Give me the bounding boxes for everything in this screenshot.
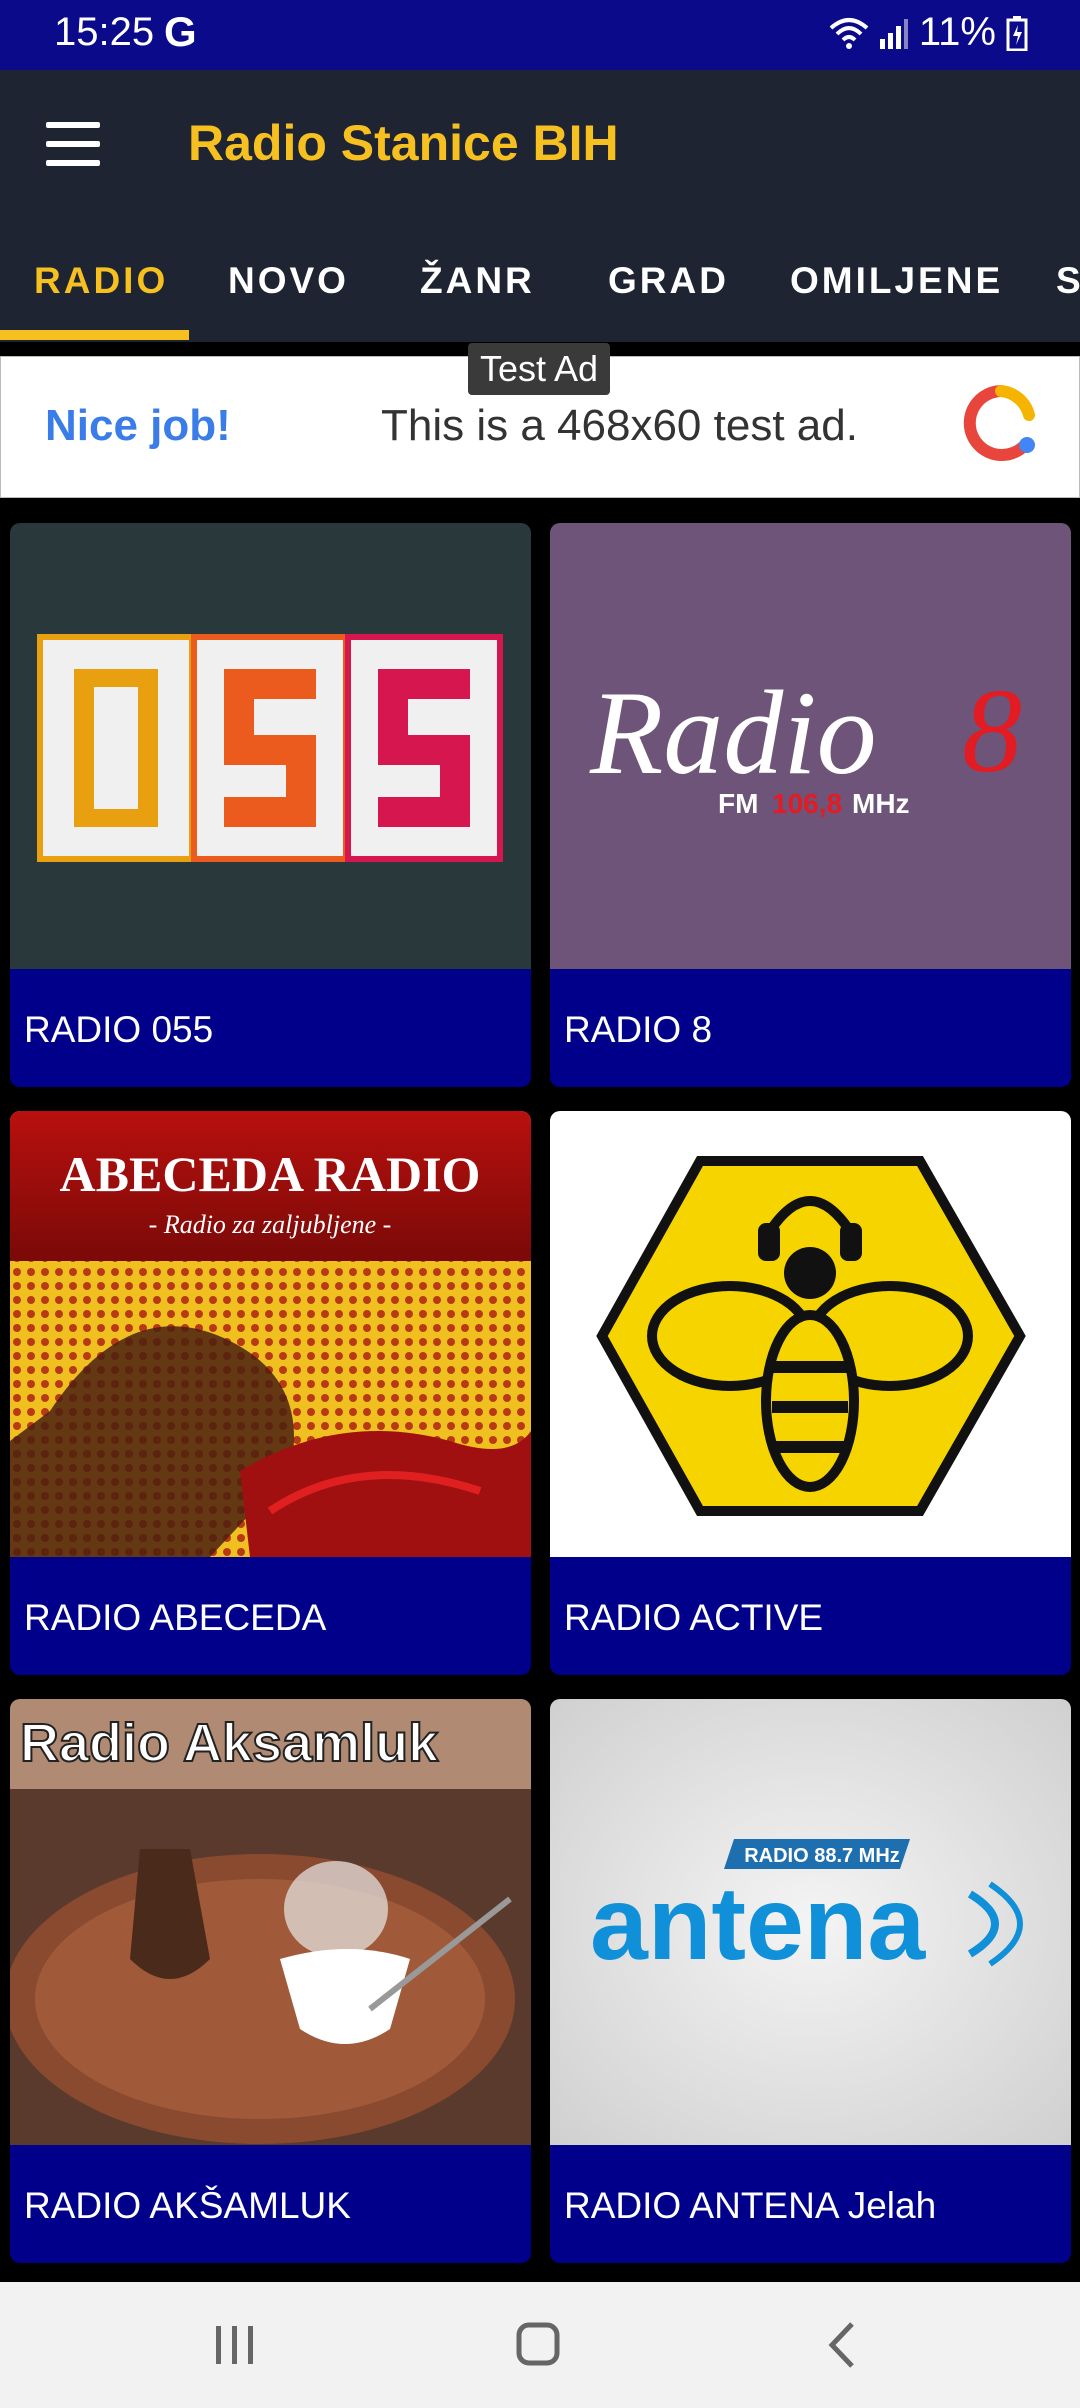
station-card-radio-055[interactable]: RADIO 055 bbox=[10, 523, 531, 1087]
station-art-active bbox=[550, 1111, 1071, 1557]
art-tag: RADIO 88.7 MHz bbox=[744, 1845, 900, 1867]
status-bar: 15:25 G 11% bbox=[0, 0, 1080, 70]
station-card-radio-abeceda[interactable]: ABECEDA RADIO - Radio za zaljubljene - R… bbox=[10, 1111, 531, 1675]
art-num: 8 bbox=[962, 664, 1022, 797]
station-card-radio-8[interactable]: Radio 8 FM 106,8 MHz RADIO 8 bbox=[550, 523, 1071, 1087]
wifi-icon bbox=[829, 17, 869, 49]
tab-radio[interactable]: RADIO bbox=[34, 260, 168, 302]
art-title: Radio Aksamluk bbox=[20, 1713, 439, 1773]
tab-grad[interactable]: GRAD bbox=[608, 260, 729, 302]
station-card-radio-aksamluk[interactable]: Radio Aksamluk RADIO AKŠAMLUK bbox=[10, 1699, 531, 2263]
art-title: antena bbox=[590, 1866, 926, 1982]
art-sub: - Radio za zaljubljene - bbox=[149, 1210, 392, 1239]
station-name: RADIO 8 bbox=[564, 1009, 713, 1050]
station-name: RADIO ANTENA Jelah bbox=[564, 2185, 937, 2226]
tab-zanr[interactable]: ŽANR bbox=[420, 260, 535, 302]
system-nav-bar bbox=[0, 2282, 1080, 2408]
art-mhz: MHz bbox=[852, 788, 910, 819]
art-title: ABECEDA RADIO bbox=[60, 1146, 481, 1202]
station-name: RADIO 055 bbox=[24, 1009, 214, 1050]
station-name: RADIO AKŠAMLUK bbox=[24, 2185, 351, 2226]
battery-icon bbox=[1006, 15, 1028, 51]
tab-s[interactable]: S bbox=[1056, 260, 1080, 302]
app-title: Radio Stanice BIH bbox=[188, 115, 619, 171]
menu-icon[interactable] bbox=[46, 122, 100, 166]
back-icon[interactable] bbox=[822, 2320, 862, 2370]
ad-nice-text: Nice job! bbox=[45, 401, 231, 450]
tab-indicator bbox=[0, 330, 189, 340]
station-card-radio-antena[interactable]: RADIO 88.7 MHz antena RADIO ANTENA Jelah bbox=[550, 1699, 1071, 2263]
tab-bar: RADIO NOVO ŽANR GRAD OMILJENE S bbox=[0, 220, 1080, 342]
home-icon[interactable] bbox=[514, 2320, 564, 2370]
station-art-radio-8: Radio 8 FM 106,8 MHz bbox=[550, 523, 1071, 969]
station-name: RADIO ABECEDA bbox=[24, 1597, 327, 1638]
admob-logo-icon bbox=[963, 385, 1035, 461]
station-art-abeceda: ABECEDA RADIO - Radio za zaljubljene - bbox=[10, 1111, 531, 1557]
station-card-radio-active[interactable]: RADIO ACTIVE bbox=[550, 1111, 1071, 1675]
status-right: 11% bbox=[829, 10, 1028, 55]
station-name: RADIO ACTIVE bbox=[564, 1597, 824, 1638]
art-fm: FM bbox=[718, 788, 758, 819]
battery-percent: 11% bbox=[918, 10, 996, 54]
art-freq: 106,8 bbox=[772, 788, 842, 819]
status-time: 15:25 bbox=[54, 10, 155, 54]
ad-text: This is a 468x60 test ad. bbox=[381, 401, 858, 450]
tab-omiljene[interactable]: OMILJENE bbox=[790, 260, 1003, 302]
recent-apps-icon[interactable] bbox=[210, 2322, 260, 2368]
google-icon: G bbox=[164, 8, 197, 55]
art-title: Radio bbox=[589, 666, 877, 799]
ad-label: Test Ad bbox=[468, 343, 610, 395]
station-art-055 bbox=[10, 523, 531, 969]
station-art-antena: RADIO 88.7 MHz antena bbox=[550, 1699, 1071, 2145]
tab-novo[interactable]: NOVO bbox=[228, 260, 349, 302]
station-art-aksamluk: Radio Aksamluk bbox=[10, 1699, 531, 2145]
signal-icon bbox=[879, 18, 908, 49]
app-bar: Radio Stanice BIH bbox=[0, 70, 1080, 220]
